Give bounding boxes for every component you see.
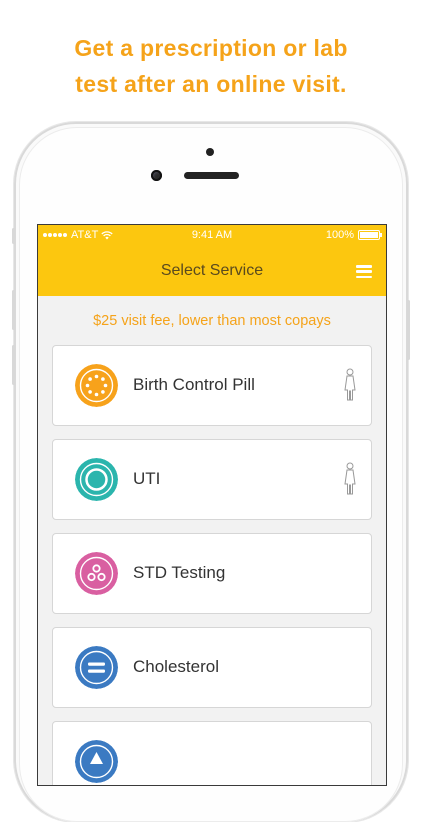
- phone-volume-down: [12, 345, 15, 385]
- service-item-partial[interactable]: [52, 721, 372, 785]
- page-title: Select Service: [160, 262, 264, 279]
- earpiece-speaker: [184, 172, 239, 179]
- equals-icon: [75, 646, 118, 689]
- service-label: UTI: [133, 469, 161, 488]
- promo-headline-line-1: Get a prescription or lab: [74, 35, 348, 61]
- service-list: Birth Control Pill UTI STD Testing Chole…: [52, 345, 372, 785]
- service-label: STD Testing: [133, 563, 226, 582]
- promo-headline: Get a prescription or lab test after an …: [0, 30, 422, 102]
- three-dots-icon: [75, 552, 118, 595]
- service-label: Cholesterol: [133, 657, 219, 676]
- female-only-icon: [344, 368, 356, 401]
- service-label: Birth Control Pill: [133, 375, 255, 394]
- service-item-birth-control[interactable]: Birth Control Pill: [52, 345, 372, 426]
- battery-percent: 100%: [325, 229, 354, 241]
- front-camera: [151, 170, 162, 181]
- status-bar-right: 100%: [325, 229, 382, 241]
- promo-headline-line-2: test after an online visit.: [75, 71, 347, 97]
- pill-pack-icon: [75, 364, 118, 407]
- menu-icon[interactable]: [356, 265, 372, 278]
- phone-power-button: [407, 300, 410, 360]
- service-item-std-testing[interactable]: STD Testing: [52, 533, 372, 614]
- service-item-cholesterol[interactable]: Cholesterol: [52, 627, 372, 708]
- nav-bar: Select Service: [38, 245, 386, 296]
- status-bar: AT&T 9:41 AM 100%: [38, 225, 386, 245]
- proximity-sensor: [206, 148, 214, 156]
- phone-volume-up: [12, 290, 15, 330]
- ring-icon: [75, 458, 118, 501]
- next-service-icon: [75, 740, 118, 783]
- female-only-icon: [344, 462, 356, 495]
- battery-icon: [358, 230, 382, 240]
- visit-fee-notice: $25 visit fee, lower than most copays: [93, 313, 331, 329]
- service-item-uti[interactable]: UTI: [52, 439, 372, 520]
- app-screen: AT&T 9:41 AM 100% Select Service $25 vis…: [37, 224, 387, 786]
- phone-side-button: [12, 228, 15, 244]
